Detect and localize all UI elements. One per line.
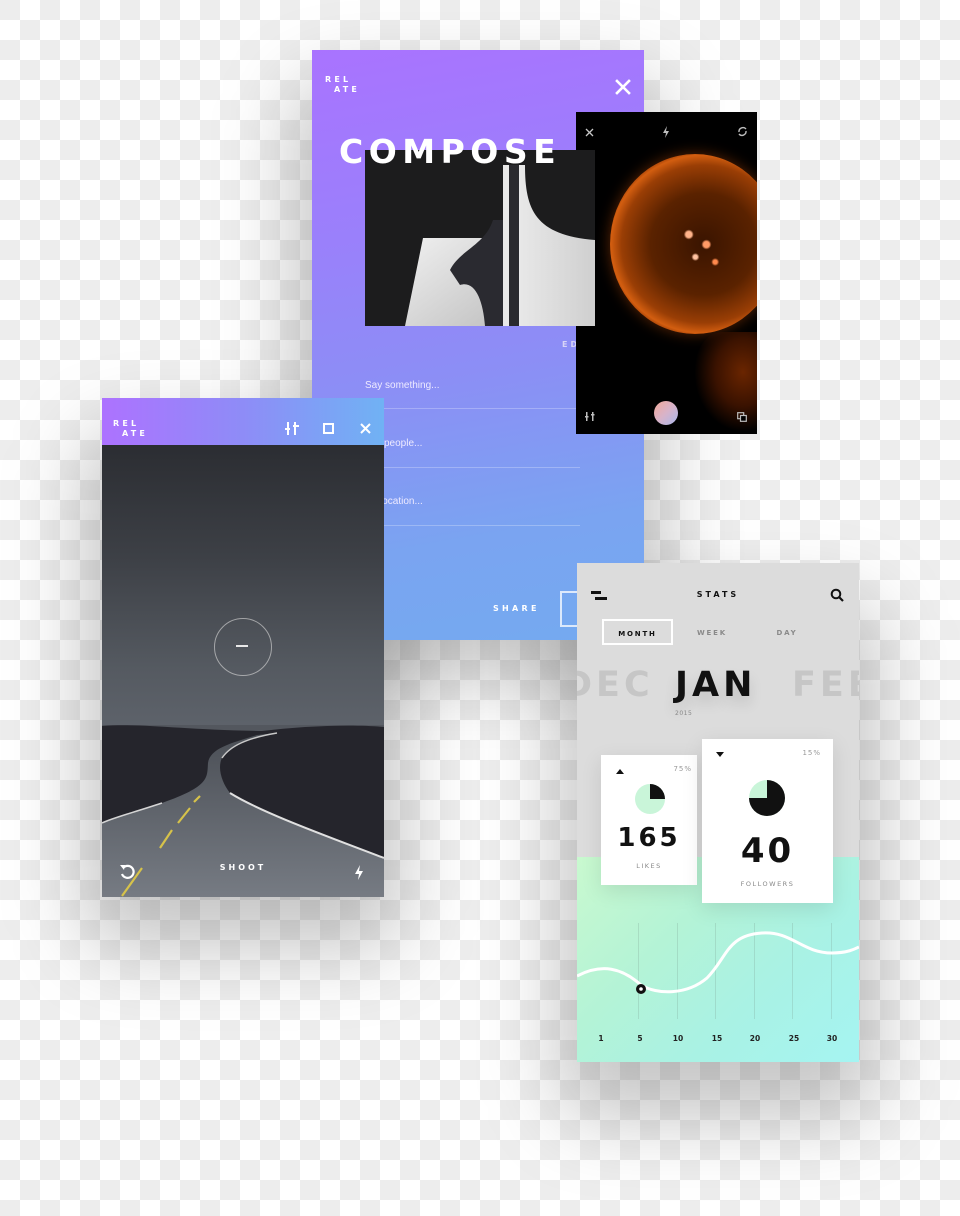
next-month[interactable]: FEB xyxy=(792,665,859,705)
close-icon[interactable] xyxy=(614,78,632,96)
logo-line-2: ATE xyxy=(334,85,361,94)
sky-photo xyxy=(102,445,384,725)
x-tick: 5 xyxy=(637,1034,643,1043)
x-tick: 1 xyxy=(598,1034,604,1043)
shoot-button[interactable]: SHOOT xyxy=(102,863,384,872)
x-tick: 20 xyxy=(749,1034,761,1043)
followers-label: FOLLOWERS xyxy=(740,880,795,888)
prev-month[interactable]: DEC xyxy=(577,665,654,705)
jellyfish-tentacles xyxy=(694,332,757,432)
square-icon[interactable] xyxy=(323,423,334,434)
jellyfish-detail xyxy=(680,222,724,272)
likes-count: 165 xyxy=(617,823,681,853)
year-label: 2015 xyxy=(675,710,693,717)
likes-pie-icon xyxy=(635,784,665,814)
logo-line-1: REL xyxy=(325,75,352,84)
flash-icon[interactable] xyxy=(354,865,364,880)
likes-percent: 75% xyxy=(673,765,692,773)
field-divider xyxy=(365,408,580,409)
followers-percent: 15% xyxy=(802,749,821,757)
tag-people-input[interactable]: people... xyxy=(384,438,634,449)
tab-day[interactable]: DAY xyxy=(767,629,807,637)
location-input[interactable]: location... xyxy=(380,496,630,507)
relate-logo: REL ATE xyxy=(325,75,360,95)
field-divider xyxy=(365,525,580,526)
zoom-out-icon xyxy=(236,645,248,647)
followers-card[interactable]: 15% 40 FOLLOWERS xyxy=(702,739,833,903)
x-tick: 25 xyxy=(788,1034,800,1043)
trend-up-icon xyxy=(616,769,624,774)
field-divider xyxy=(365,467,580,468)
x-tick: 15 xyxy=(711,1034,723,1043)
followers-count: 40 xyxy=(740,831,795,871)
shutter-button[interactable] xyxy=(654,401,678,425)
close-icon[interactable] xyxy=(585,128,594,137)
selected-point-center xyxy=(639,987,643,991)
activity-line-chart xyxy=(577,931,859,994)
tab-week[interactable]: WEEK xyxy=(687,629,737,637)
flash-icon[interactable] xyxy=(662,126,670,138)
adjust-icon[interactable] xyxy=(585,412,595,421)
followers-pie-icon xyxy=(749,780,785,816)
trend-down-icon xyxy=(716,752,724,757)
current-month: JAN xyxy=(675,665,757,705)
likes-label: LIKES xyxy=(636,862,662,870)
focus-ring[interactable] xyxy=(214,618,272,676)
likes-card[interactable]: 75% 165 LIKES xyxy=(601,755,697,885)
x-tick: 10 xyxy=(672,1034,684,1043)
stats-screen: STATS MONTH WEEK DAY DEC JAN FEB 2015 1 … xyxy=(577,563,859,1062)
stats-title: STATS xyxy=(696,590,740,599)
gallery-icon[interactable] xyxy=(737,412,747,422)
architecture-image xyxy=(365,150,595,326)
share-button[interactable]: SHARE xyxy=(493,604,540,613)
logo-line-2: ATE xyxy=(122,429,149,438)
jellyfish-camera-screen xyxy=(576,112,757,434)
logo-line-1: REL xyxy=(113,419,140,428)
tab-month[interactable]: MONTH xyxy=(602,619,673,645)
x-tick: 30 xyxy=(826,1034,838,1043)
shoot-camera-screen: REL ATE SHOOT xyxy=(102,398,384,897)
adjust-icon[interactable] xyxy=(285,422,299,435)
search-icon[interactable] xyxy=(830,588,844,602)
relate-logo: REL ATE xyxy=(113,419,148,439)
compose-title: COMPOSE xyxy=(339,132,562,171)
rotate-camera-icon[interactable] xyxy=(737,126,748,137)
architecture-photo xyxy=(365,150,595,326)
shoot-header: REL ATE xyxy=(102,398,384,445)
activity-line xyxy=(577,931,859,994)
close-icon[interactable] xyxy=(360,423,371,434)
